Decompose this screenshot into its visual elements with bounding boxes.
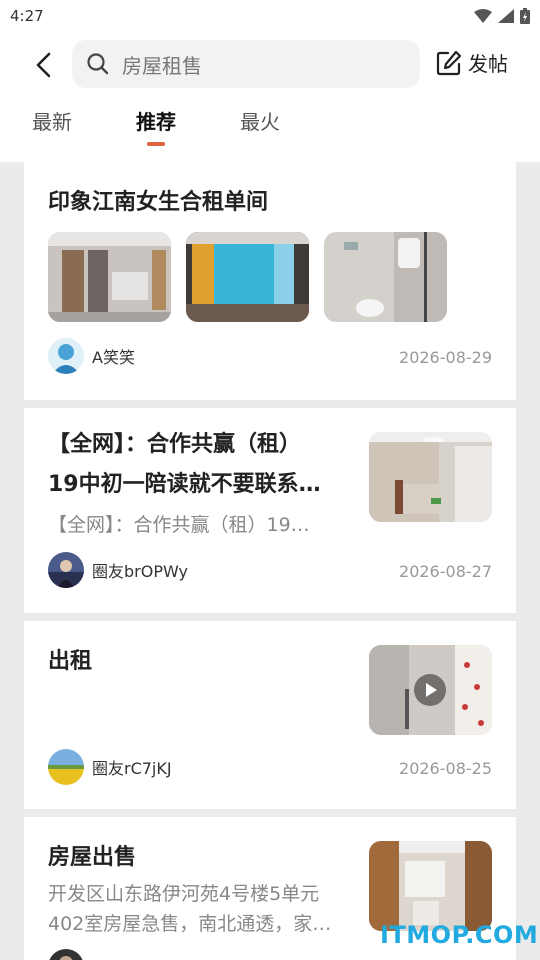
- status-time: 4:27: [10, 7, 44, 25]
- post-author[interactable]: [48, 949, 84, 960]
- post-button[interactable]: 发帖: [436, 48, 508, 77]
- post-video-thumbnail[interactable]: [369, 645, 492, 735]
- play-icon[interactable]: [413, 673, 447, 707]
- post-summary: 【全网】：合作共赢（租）19…: [48, 514, 310, 536]
- post-card[interactable]: 出租 圈友rC7jKJ 2026-08-25: [24, 621, 516, 809]
- avatar[interactable]: [48, 749, 84, 785]
- post-image[interactable]: [324, 232, 447, 322]
- post-date: 2026-08-29: [399, 348, 492, 367]
- active-tab-indicator: [147, 142, 165, 146]
- tab-bar: 最新 推荐 最火: [0, 106, 540, 150]
- author-name: 圈友rC7jKJ: [92, 759, 172, 778]
- tab-recommended[interactable]: 推荐: [136, 106, 176, 135]
- avatar[interactable]: [48, 552, 84, 588]
- tab-hottest[interactable]: 最火: [240, 106, 280, 135]
- status-bar: 4:27: [0, 0, 540, 32]
- post-feed: 印象江南女生合租单间 A笑笑 2026-08-29 【全网】：合作共赢（租） 1…: [0, 162, 540, 960]
- post-summary-line2: 402室房屋急售，南北通透，家…: [48, 913, 332, 935]
- post-title: 印象江南女生合租单间: [48, 190, 269, 215]
- post-date: 2026-08-25: [399, 759, 492, 778]
- edit-icon: [436, 50, 462, 75]
- post-card[interactable]: 【全网】：合作共赢（租） 19中初一陪读就不要联系… 【全网】：合作共赢（租）1…: [24, 408, 516, 613]
- post-label: 发帖: [468, 52, 508, 76]
- back-arrow-icon[interactable]: [30, 50, 60, 80]
- post-image[interactable]: [48, 232, 171, 322]
- post-image[interactable]: [186, 232, 309, 322]
- post-title: 房屋出售: [48, 845, 137, 870]
- watermark: ITMOP.COM: [380, 921, 539, 949]
- post-author[interactable]: A笑笑: [48, 338, 135, 374]
- status-icons: [474, 8, 530, 24]
- avatar[interactable]: [48, 949, 84, 960]
- search-placeholder: 房屋租售: [122, 53, 202, 78]
- post-author[interactable]: 圈友brOPWy: [48, 552, 188, 588]
- post-summary-line1: 开发区山东路伊河苑4号楼5单元: [48, 883, 320, 905]
- post-title: 出租: [48, 649, 93, 674]
- post-date: 2026-08-27: [399, 562, 492, 581]
- search-icon: [87, 53, 109, 75]
- search-input[interactable]: 房屋租售: [72, 40, 420, 88]
- battery-icon: [520, 8, 530, 24]
- post-image[interactable]: [369, 841, 492, 931]
- author-name: 圈友brOPWy: [92, 562, 188, 581]
- post-card[interactable]: 印象江南女生合租单间 A笑笑 2026-08-29: [24, 162, 516, 400]
- tab-latest[interactable]: 最新: [32, 106, 72, 135]
- post-title-line1: 【全网】：合作共赢（租）: [48, 432, 302, 457]
- header: 房屋租售 发帖 最新 推荐 最火: [0, 32, 540, 162]
- post-author[interactable]: 圈友rC7jKJ: [48, 749, 172, 785]
- wifi-icon: [474, 9, 492, 23]
- author-name: A笑笑: [92, 348, 135, 367]
- post-image[interactable]: [369, 432, 492, 522]
- signal-icon: [498, 9, 514, 23]
- top-bar: 房屋租售 发帖: [0, 40, 540, 88]
- avatar[interactable]: [48, 338, 84, 374]
- post-title-line2: 19中初一陪读就不要联系…: [48, 472, 321, 497]
